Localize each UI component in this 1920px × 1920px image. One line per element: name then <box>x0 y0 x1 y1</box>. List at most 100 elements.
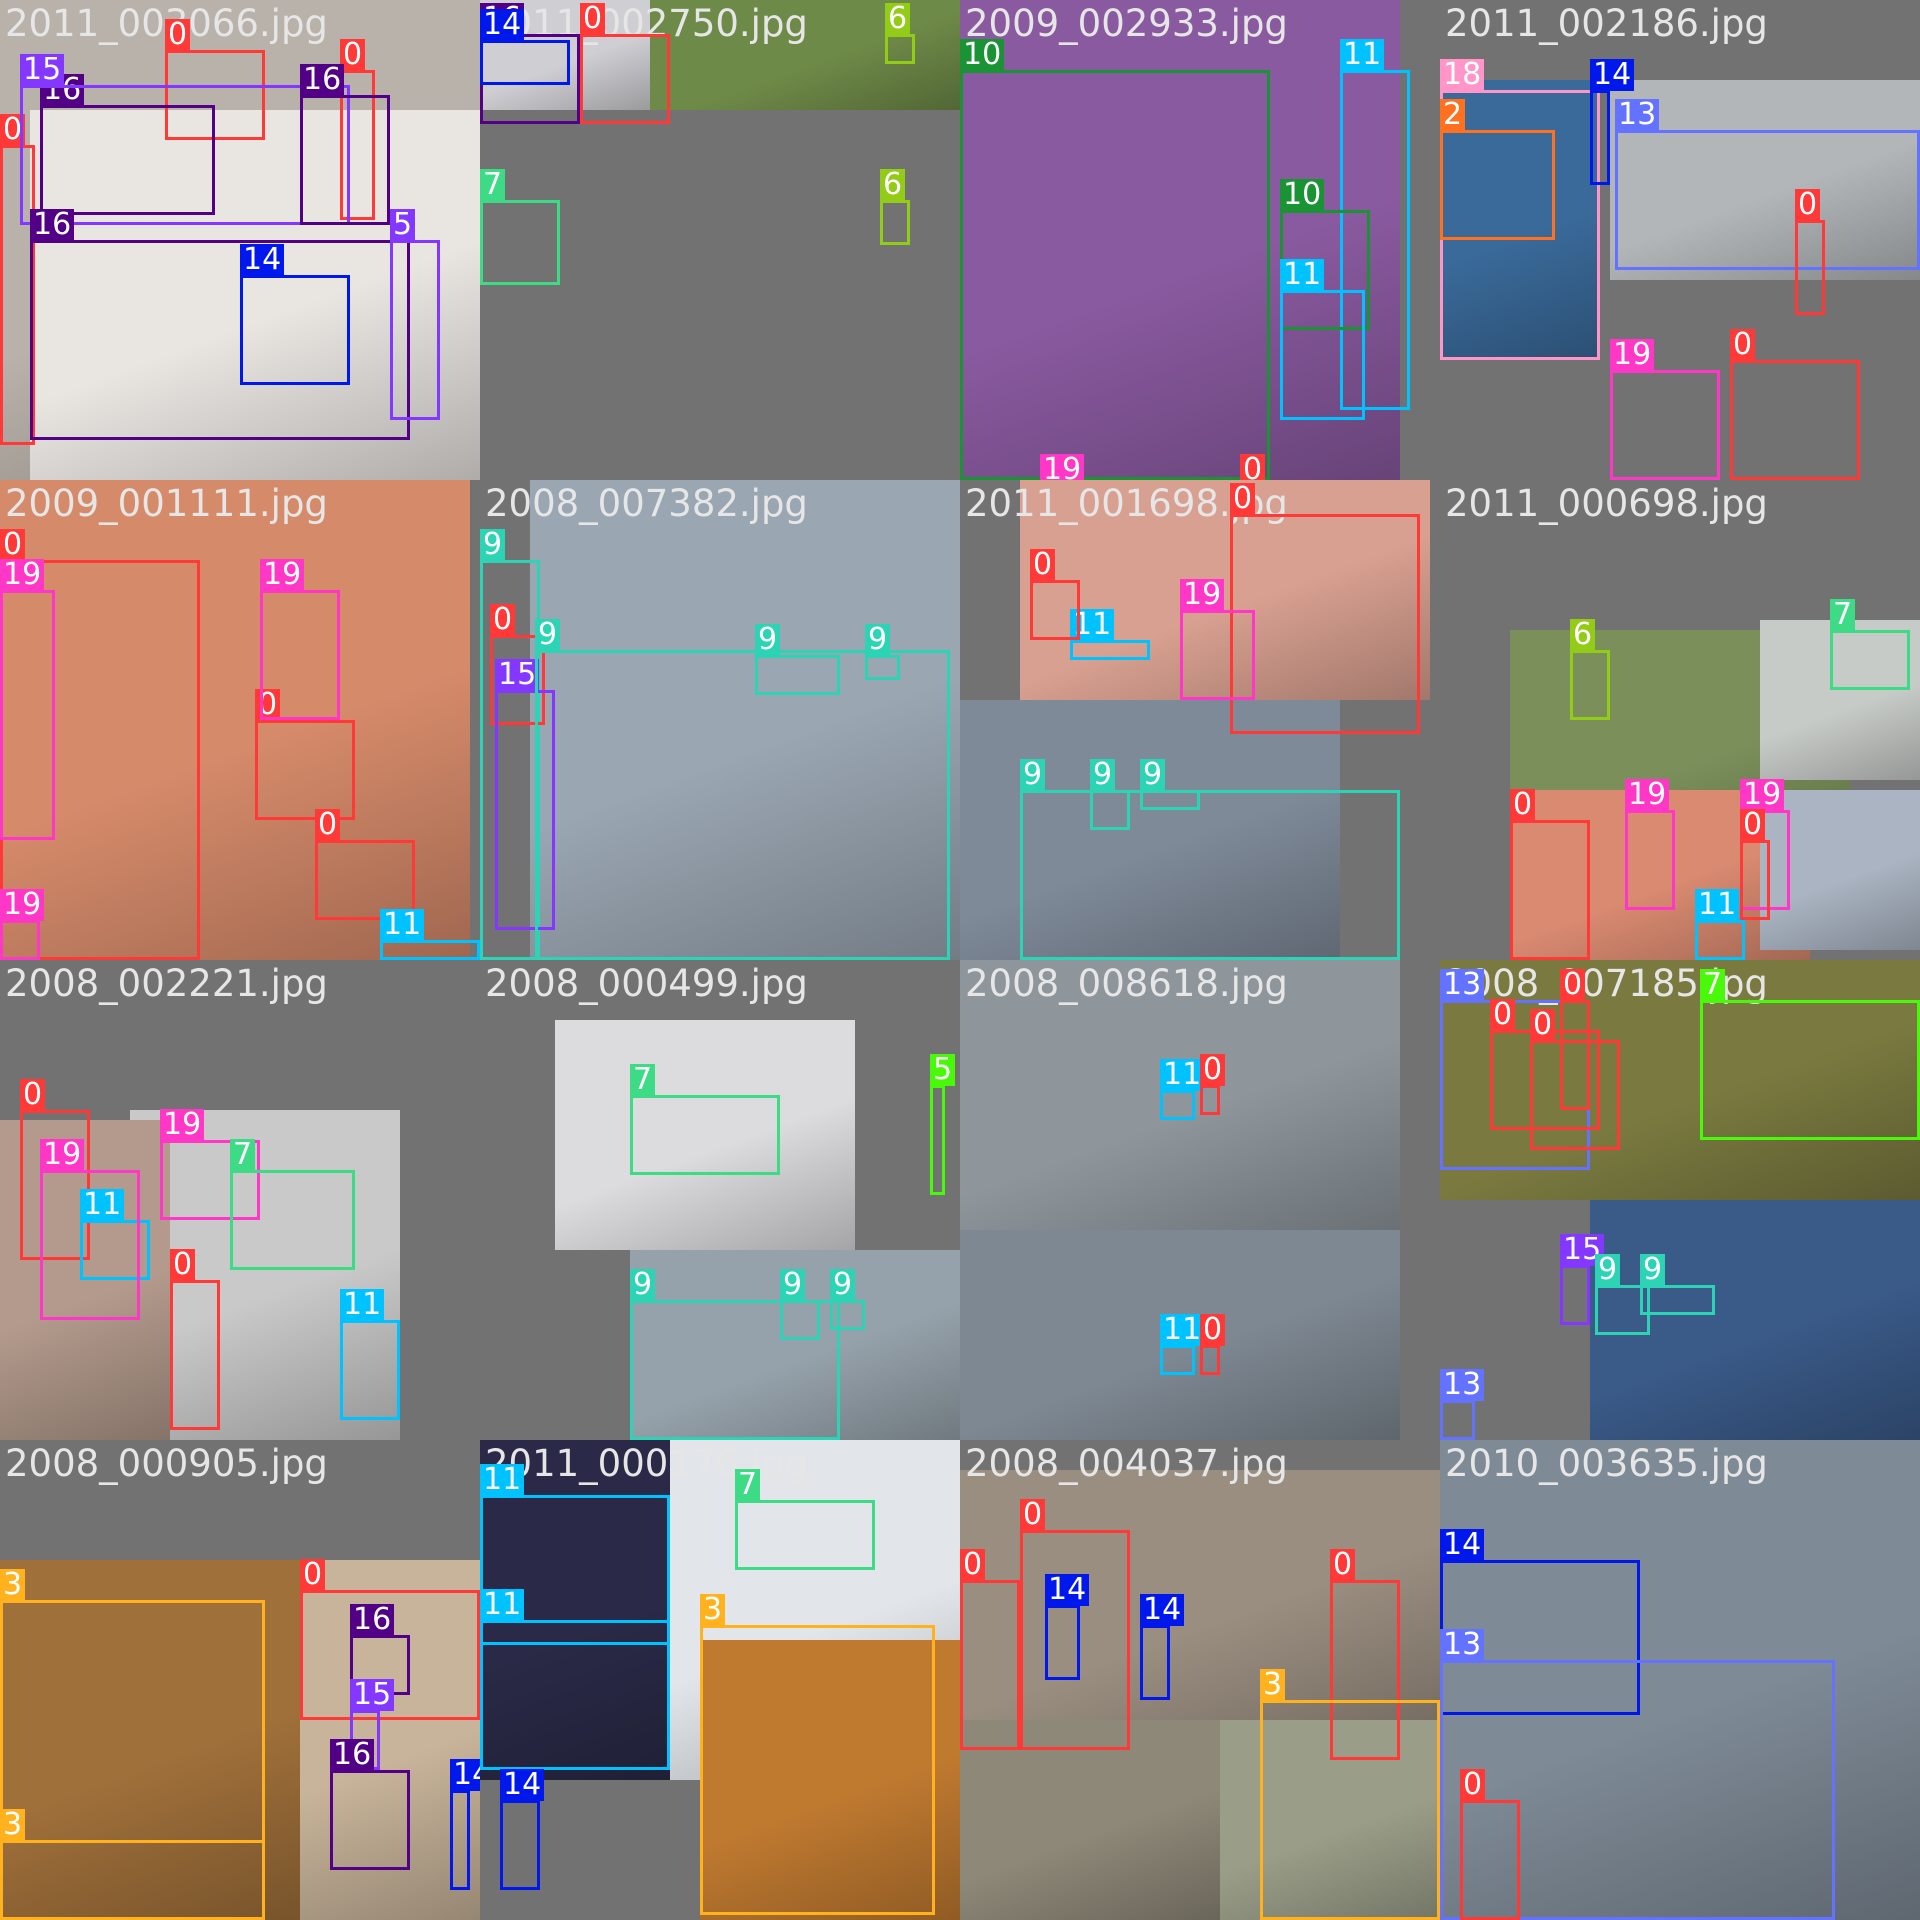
bbox-class-label: 0 <box>165 19 191 51</box>
bbox-class-label: 15 <box>350 1679 395 1711</box>
bbox-class-label: 5 <box>930 1054 956 1086</box>
bbox-class-label: 0 <box>1240 454 1266 480</box>
bbox: 19 <box>0 559 55 840</box>
bbox: 6 <box>1570 619 1610 720</box>
bbox: 0 <box>1730 329 1860 480</box>
bbox-class-label: 11 <box>1160 1314 1205 1346</box>
bbox-class-label: 0 <box>1020 1499 1046 1531</box>
bbox: 14 <box>500 1769 545 1890</box>
bbox: 0 <box>580 3 670 124</box>
bbox-class-label: 9 <box>1020 759 1046 791</box>
bbox: 11 <box>1070 609 1150 660</box>
bbox-class-label: 0 <box>1510 789 1536 821</box>
bbox: 11 <box>380 909 480 960</box>
tile-filename: 2010_003635.jpg <box>1445 1442 1768 1485</box>
bbox-class-label: 9 <box>480 529 506 561</box>
bbox-class-label: 3 <box>1260 1669 1286 1701</box>
bbox-class-label: 7 <box>735 1469 761 1501</box>
bbox-class-label: 13 <box>1440 1369 1485 1401</box>
bbox-class-label: 0 <box>300 1559 326 1591</box>
bbox-class-label: 0 <box>960 1549 986 1581</box>
bbox: 16 <box>300 64 390 225</box>
photo-region <box>960 1720 1220 1920</box>
bbox: 10 <box>960 39 1270 480</box>
tile-2008-007382-jpg: 2008_007382.jpg 9 0 15 9 9 9 <box>480 480 960 960</box>
bbox-class-label: 9 <box>630 1269 656 1301</box>
bbox-class-label: 14 <box>1590 59 1635 91</box>
bbox: 9 <box>755 624 840 695</box>
bbox: 15 <box>1560 1234 1605 1325</box>
bbox-class-label: 19 <box>1610 339 1655 371</box>
bbox-class-label: 11 <box>1160 1059 1205 1091</box>
bbox-class-label: 7 <box>1830 599 1856 631</box>
tile-filename: 2008_000905.jpg <box>5 1442 328 1485</box>
tile-2009-001111-jpg: 2009_001111.jpg 0 19 0 19 0 11 19 <box>0 480 480 960</box>
bbox-class-label: 0 <box>1530 1009 1556 1041</box>
bbox-class-label: 11 <box>380 909 425 941</box>
bbox: 0 <box>1030 549 1080 640</box>
bbox-class-label: 7 <box>630 1064 656 1096</box>
bbox-class-label: 11 <box>480 1589 525 1621</box>
bbox: 7 <box>735 1469 875 1570</box>
bbox: 11 <box>1160 1059 1205 1120</box>
bbox: 14 <box>480 9 570 85</box>
bbox-class-label: 10 <box>1280 179 1325 211</box>
bbox-class-label: 0 <box>315 809 341 841</box>
bbox: 9 <box>535 619 950 960</box>
bbox: 19 <box>1610 339 1720 480</box>
bbox: 2 <box>1440 99 1555 240</box>
bbox: 9 <box>1020 759 1400 960</box>
bbox-class-label: 7 <box>230 1139 256 1171</box>
bbox: 5 <box>390 209 440 420</box>
bbox: 14 <box>1045 1574 1090 1680</box>
bbox: 14 <box>1590 59 1635 185</box>
bbox-class-label: 19 <box>260 559 305 591</box>
bbox-class-label: 16 <box>350 1604 395 1636</box>
bbox-class-label: 14 <box>450 1759 480 1791</box>
bbox: 11 <box>1160 1314 1205 1375</box>
bbox-class-label: 13 <box>1615 99 1660 131</box>
bbox: 3 <box>1260 1669 1440 1920</box>
bbox: 0 <box>1740 809 1770 920</box>
bbox: 19 <box>0 889 45 960</box>
tile-filename: 2008_002221.jpg <box>5 962 328 1005</box>
bbox-class-label: 19 <box>40 1139 85 1171</box>
bbox: 14 <box>1140 1594 1185 1700</box>
bbox: 0 <box>1200 1314 1226 1375</box>
tile-filename: 2008_008618.jpg <box>965 962 1288 1005</box>
tile-filename: 2011_000698.jpg <box>1445 482 1768 525</box>
tile-2009-002933-jpg: 2009_002933.jpg 10 11 10 11 19 0 <box>960 0 1440 480</box>
bbox-class-label: 0 <box>170 1249 196 1281</box>
bbox-class-label: 9 <box>1090 759 1116 791</box>
bbox-class-label: 0 <box>1490 999 1516 1031</box>
bbox-class-label: 0 <box>1460 1769 1486 1801</box>
bbox-class-label: 9 <box>865 624 891 656</box>
bbox: 14 <box>450 1759 480 1890</box>
bbox-class-label: 11 <box>480 1464 525 1496</box>
bbox: 19 <box>1180 579 1255 700</box>
tile-2008-002221-jpg: 2008_002221.jpg 0 19 7 11 19 0 11 <box>0 960 480 1440</box>
bbox-class-label: 0 <box>1230 483 1256 515</box>
bbox-class-label: 3 <box>0 1809 26 1841</box>
bbox-class-label: 9 <box>1595 1254 1621 1286</box>
tile-2008-000905-jpg: 2008_000905.jpg 3 0 16 15 16 14 3 <box>0 1440 480 1920</box>
bbox-class-label: 7 <box>1700 969 1726 1001</box>
bbox: 9 <box>865 624 900 680</box>
bbox: 13 <box>1615 99 1920 270</box>
bbox-class-label: 9 <box>830 1269 856 1301</box>
bbox-class-label: 14 <box>480 9 525 41</box>
bbox: 3 <box>0 1809 265 1920</box>
bbox-class-label: 3 <box>700 1594 726 1626</box>
bbox: 0 <box>1795 189 1825 315</box>
bbox-class-label: 6 <box>885 3 911 35</box>
tile-2008-008618-jpg: 2008_008618.jpg 11 0 11 0 <box>960 960 1440 1440</box>
bbox-class-label: 18 <box>1440 59 1485 91</box>
bbox-class-label: 14 <box>1440 1529 1485 1561</box>
bbox-class-label: 19 <box>1180 579 1225 611</box>
bbox: 9 <box>1640 1254 1715 1315</box>
bbox: 7 <box>480 169 560 285</box>
bbox: 11 <box>480 1589 670 1770</box>
bbox-class-label: 14 <box>1140 1594 1185 1626</box>
bbox-class-label: 3 <box>0 1569 26 1601</box>
bbox-class-label: 11 <box>340 1289 385 1321</box>
